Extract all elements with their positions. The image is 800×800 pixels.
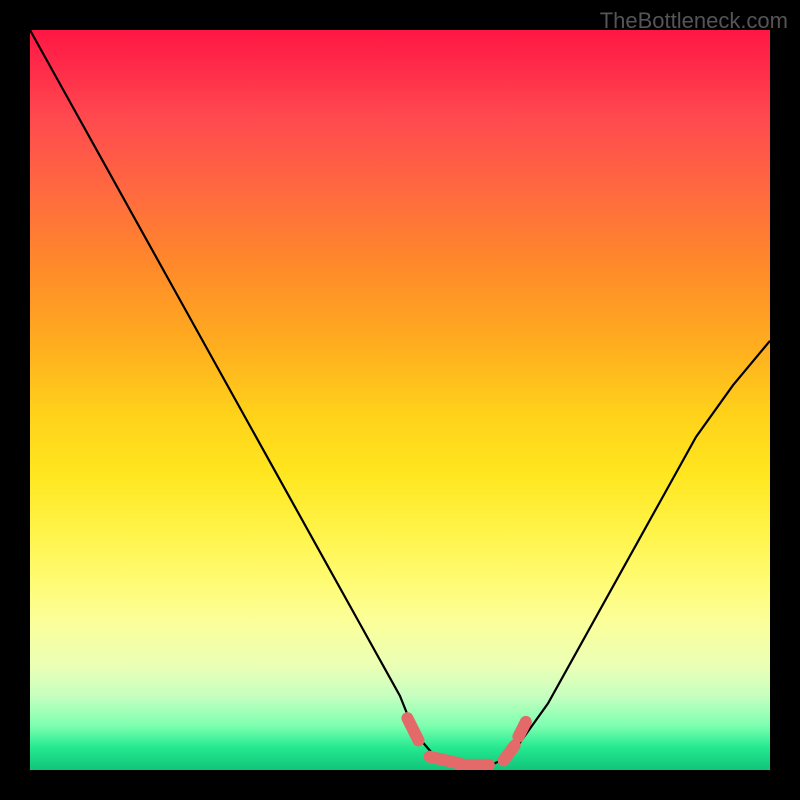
chart-canvas: TheBottleneck.com [0,0,800,800]
plot-area [30,30,770,770]
bottleneck-curve [30,30,770,766]
highlight-segments [407,718,525,765]
highlight-segment [504,746,515,761]
highlight-segment [407,718,418,740]
highlight-segment [518,722,525,737]
watermark-text: TheBottleneck.com [600,8,788,34]
curve-overlay [30,30,770,770]
